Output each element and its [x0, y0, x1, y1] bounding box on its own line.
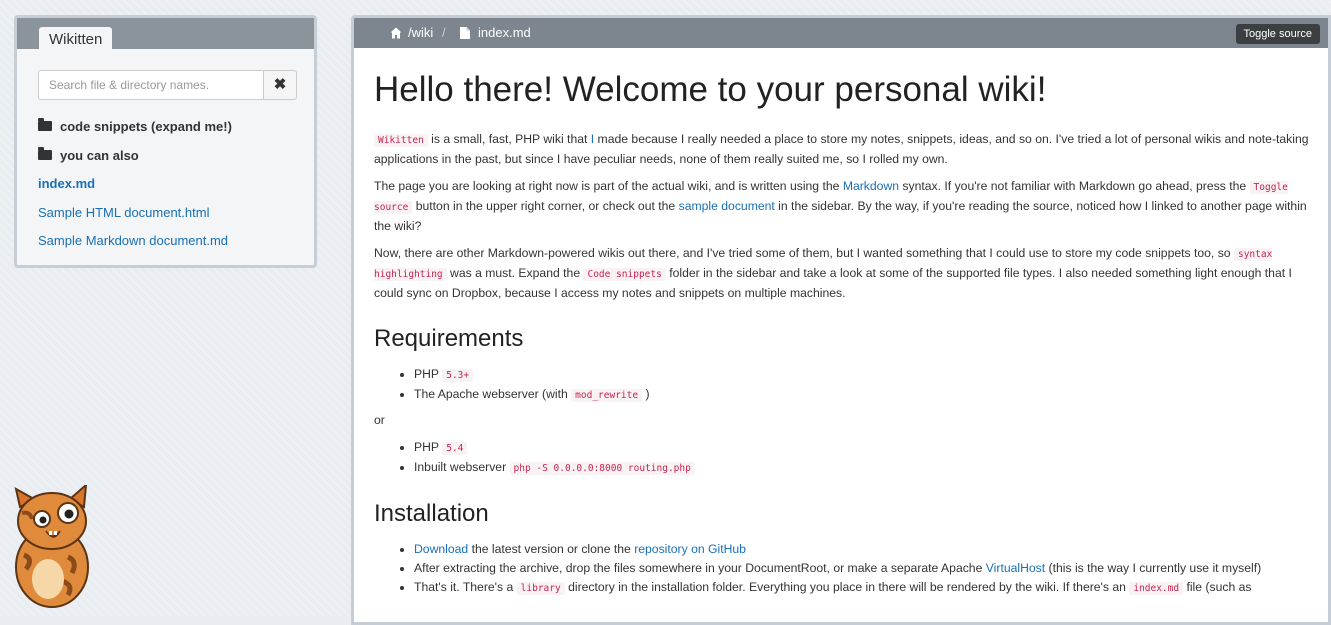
github-repo-link[interactable]: repository on GitHub [634, 542, 746, 556]
list-item-text: PHP [414, 440, 443, 454]
sidebar-header: Wikitten [17, 18, 314, 51]
paragraph-text: was a must. Expand the [446, 266, 584, 280]
list-item: PHP 5.3+ [414, 365, 1310, 385]
paragraph-text: syntax. If you're not familiar with Mark… [899, 179, 1250, 193]
wiki-content: Hello there! Welcome to your personal wi… [374, 48, 1310, 604]
breadcrumb-separator: / [442, 25, 446, 40]
tree-item-label: you can also [60, 147, 139, 163]
inline-code: 5.4 [442, 442, 468, 455]
list-item: After extracting the archive, drop the f… [414, 559, 1310, 578]
list-item-text: directory in the installation folder. Ev… [564, 580, 1130, 594]
tree-item-label: Sample HTML document.html [38, 204, 210, 220]
requirements-list: PHP 5.3+ The Apache webserver (with mod_… [374, 365, 1310, 405]
requirements-heading: Requirements [374, 325, 524, 352]
topbar: /wiki / index.md Toggle source [354, 18, 1328, 48]
sample-document-link[interactable]: sample document [679, 199, 775, 213]
list-item: Download the latest version or clone the… [414, 540, 1310, 559]
sidebar: Wikitten ✖ code snippets (expand me!) yo… [14, 15, 317, 268]
requirements-list-alt: PHP 5.4 Inbuilt webserver php -S 0.0.0.0… [374, 438, 1310, 478]
breadcrumb-wiki-label: /wiki [408, 25, 434, 40]
tree-file-sample-markdown[interactable]: Sample Markdown document.md [38, 232, 308, 261]
page-title: Hello there! Welcome to your personal wi… [374, 70, 1047, 109]
close-icon: ✖ [273, 76, 287, 93]
paragraph-text: is a small, fast, PHP wiki that [427, 132, 591, 146]
tree-folder-code-snippets[interactable]: code snippets (expand me!) [38, 118, 308, 147]
search-clear-button[interactable]: ✖ [263, 70, 297, 100]
search-input[interactable] [38, 70, 264, 100]
inline-code: mod_rewrite [571, 389, 643, 402]
folder-icon [38, 118, 52, 131]
inline-code: php -S 0.0.0.0:8000 routing.php [509, 462, 695, 475]
inline-code: library [516, 582, 565, 595]
tree-item-label: code snippets (expand me!) [60, 119, 232, 134]
list-item-text: ) [642, 387, 650, 401]
virtualhost-link[interactable]: VirtualHost [986, 561, 1045, 575]
inline-code: 5.3+ [442, 369, 474, 382]
installation-heading: Installation [374, 500, 489, 527]
list-item-text: the latest version or clone the [468, 542, 635, 556]
list-item: That's it. There's a library directory i… [414, 578, 1310, 598]
paragraph-text: The page you are looking at right now is… [374, 179, 843, 193]
list-item-text: Inbuilt webserver [414, 460, 510, 474]
intro-paragraph: Wikitten is a small, fast, PHP wiki that… [374, 130, 1310, 169]
breadcrumb-file[interactable]: index.md [460, 25, 531, 40]
cat-mascot [14, 485, 89, 608]
list-item: The Apache webserver (with mod_rewrite ) [414, 385, 1310, 405]
tree-item-label: index.md [38, 176, 96, 191]
installation-list: Download the latest version or clone the… [374, 540, 1310, 598]
list-item-text: That's it. There's a [414, 580, 517, 594]
home-icon [390, 27, 402, 38]
breadcrumb-file-label: index.md [478, 25, 531, 40]
tree-file-index[interactable]: index.md [38, 175, 308, 204]
main-panel: /wiki / index.md Toggle source Hello the… [351, 15, 1331, 625]
toggle-source-button[interactable]: Toggle source [1235, 24, 1320, 44]
inline-code: Code snippets [583, 268, 666, 281]
markdown-paragraph: The page you are looking at right now is… [374, 177, 1310, 236]
tree-item-label: Sample Markdown document.md [38, 233, 229, 248]
download-link[interactable]: Download [414, 542, 468, 556]
list-item-text: The Apache webserver (with [414, 387, 572, 401]
list-item-text: PHP [414, 367, 443, 381]
file-tree: code snippets (expand me!) you can also … [38, 118, 308, 261]
tree-folder-you-can-also[interactable]: you can also [38, 146, 308, 176]
paragraph-text: Now, there are other Markdown-powered wi… [374, 246, 1234, 260]
list-item: PHP 5.4 [414, 438, 1310, 458]
snippets-paragraph: Now, there are other Markdown-powered wi… [374, 244, 1310, 303]
folder-icon [38, 146, 52, 160]
sidebar-title-tab[interactable]: Wikitten [39, 27, 113, 51]
list-item: Inbuilt webserver php -S 0.0.0.0:8000 ro… [414, 458, 1310, 478]
list-item-text: After extracting the archive, drop the f… [414, 561, 986, 575]
search-row: ✖ [38, 70, 298, 100]
paragraph-text: button in the upper right corner, or che… [412, 199, 679, 213]
tree-file-sample-html[interactable]: Sample HTML document.html [38, 204, 308, 233]
markdown-link[interactable]: Markdown [843, 179, 899, 193]
inline-code: index.md [1129, 582, 1184, 595]
file-icon [460, 26, 470, 39]
or-text: or [374, 413, 385, 427]
list-item-text: (this is the way I currently use it myse… [1045, 561, 1262, 575]
breadcrumb-wiki[interactable]: /wiki [390, 25, 433, 40]
list-item-text: file (such as [1183, 580, 1252, 594]
inline-code: Wikitten [374, 134, 428, 147]
